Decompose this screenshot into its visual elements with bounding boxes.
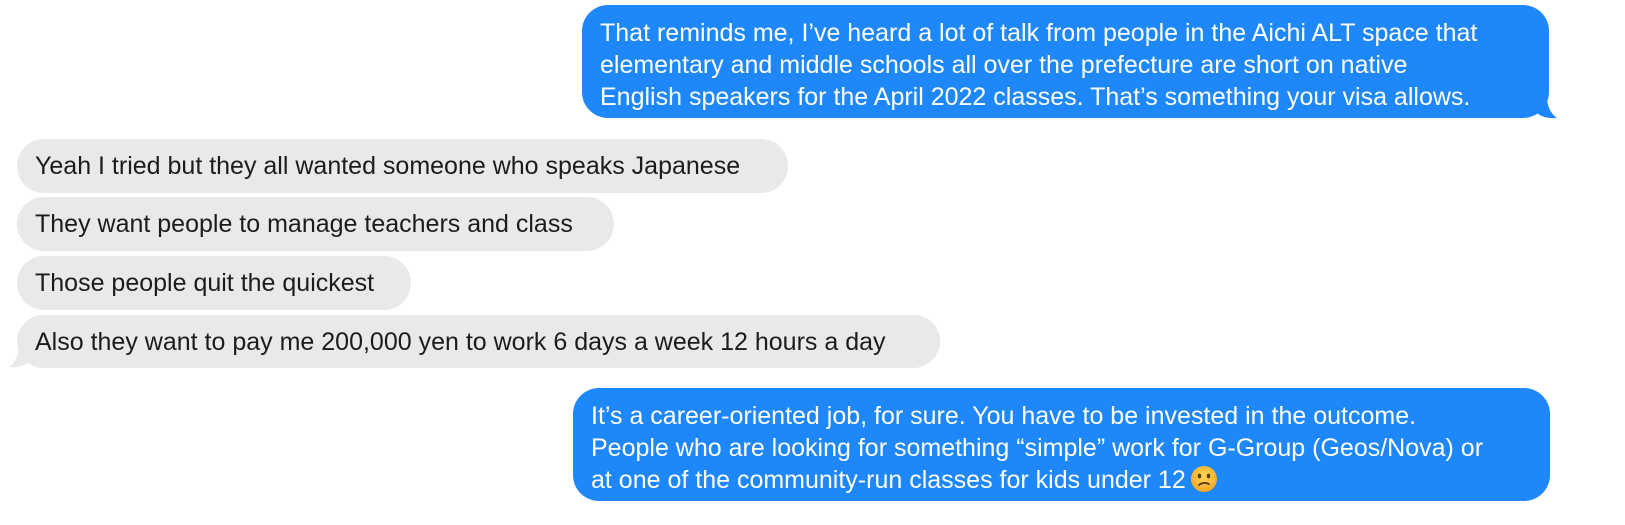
received-message-bubble[interactable]: They want people to manage teachers and …: [17, 197, 614, 251]
received-message-bubble[interactable]: Yeah I tried but they all wanted someone…: [17, 139, 788, 193]
message-text-line: It’s a career-oriented job, for sure. Yo…: [591, 402, 1417, 430]
received-message-bubble[interactable]: Those people quit the quickest: [17, 256, 411, 310]
received-message-bubble[interactable]: Also they want to pay me 200,000 yen to …: [17, 315, 940, 368]
message-text-line-with-emoji: at one of the community-run classes for …: [591, 464, 1532, 496]
sent-message-bubble[interactable]: That reminds me, I’ve heard a lot of tal…: [582, 5, 1549, 118]
message-text-line: People who are looking for something “si…: [591, 434, 1484, 462]
message-text: Those people quit the quickest: [35, 269, 375, 297]
message-text: at one of the community-run classes for …: [591, 466, 1186, 494]
message-text: They want people to manage teachers and …: [35, 210, 573, 238]
message-thread: That reminds me, I’ve heard a lot of tal…: [0, 0, 1625, 525]
message-text-line: English speakers for the April 2022 clas…: [600, 83, 1471, 111]
message-text: Yeah I tried but they all wanted someone…: [35, 152, 741, 180]
message-text-line: That reminds me, I’ve heard a lot of tal…: [600, 19, 1478, 47]
message-text-line: elementary and middle schools all over t…: [600, 51, 1408, 79]
sent-message-bubble[interactable]: It’s a career-oriented job, for sure. Yo…: [573, 388, 1550, 501]
bubble-tail-icon: [1535, 97, 1557, 119]
bubble-tail-icon: [9, 346, 31, 368]
confused-face-icon: [1190, 466, 1217, 492]
message-text: Also they want to pay me 200,000 yen to …: [35, 328, 886, 356]
